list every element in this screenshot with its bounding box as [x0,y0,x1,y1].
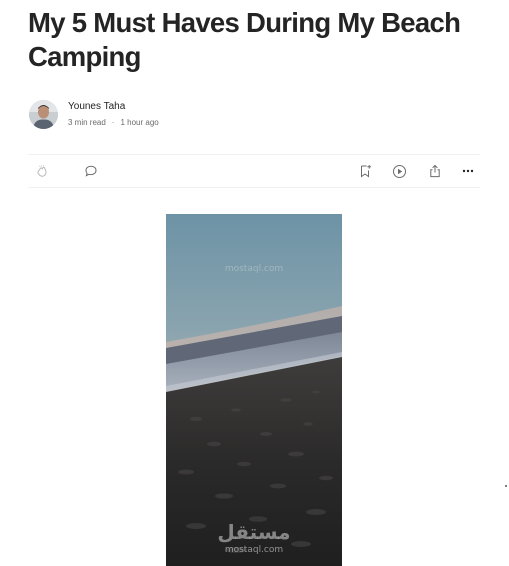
edge-marker [505,485,507,487]
author-byline: Younes Taha 3 min read · 1 hour ago [29,98,159,130]
clap-button[interactable] [32,155,52,187]
watermark-domain: mostaql.com [224,545,284,555]
bookmark-button[interactable] [355,155,375,187]
article-action-bar [28,154,480,188]
bookmark-add-icon [358,164,372,178]
share-button[interactable] [425,155,445,187]
hero-image: mostaql.com مستقل mostaql.com [166,214,342,566]
publish-time: 1 hour ago [120,118,159,127]
author-name[interactable]: Younes Taha [68,100,159,113]
article-title: My 5 Must Haves During My Beach Camping [28,7,461,72]
comment-button[interactable] [81,155,101,187]
watermark-faint: mostaql.com [224,264,284,274]
share-icon [428,164,442,178]
more-icon [461,164,475,178]
listen-button[interactable] [389,155,409,187]
more-options-button[interactable] [458,155,478,187]
post-meta: 3 min read · 1 hour ago [68,118,159,128]
play-icon [392,164,407,179]
read-time: 3 min read [68,118,106,127]
author-avatar[interactable] [29,99,58,129]
watermark-logo: مستقل [217,520,291,544]
clap-icon [35,164,49,178]
meta-separator: · [111,118,115,127]
comment-icon [84,164,98,178]
